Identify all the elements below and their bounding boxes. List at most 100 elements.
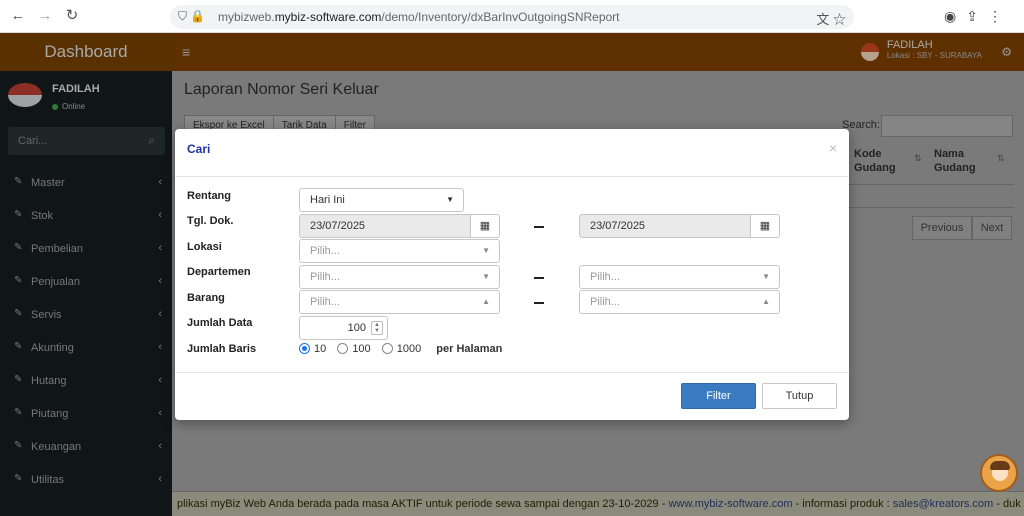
sidebar-item-master[interactable]: ✎ Master ‹	[0, 166, 172, 199]
pager-next-button[interactable]: Next	[972, 216, 1012, 240]
edit-icon: ✎	[14, 209, 23, 220]
sidebar-item-label: Keuangan	[31, 441, 82, 453]
calendar-icon[interactable]: ▦	[751, 214, 780, 238]
sidebar-item-servis[interactable]: ✎ Servis ‹	[0, 298, 172, 331]
hamburger-icon[interactable]: ≡	[182, 44, 190, 60]
date-to-value: 23/07/2025	[590, 220, 646, 232]
edit-icon: ✎	[14, 176, 23, 187]
edit-icon: ✎	[14, 374, 23, 385]
edit-icon: ✎	[14, 440, 23, 451]
spinner-icon[interactable]: ▲ ▼	[371, 321, 383, 335]
chevron-left-icon: ‹	[158, 407, 162, 419]
chevron-left-icon: ‹	[158, 209, 162, 221]
gears-icon[interactable]: ⚙	[1001, 45, 1012, 59]
app-topbar: Dashboard ≡ FADILAH Lokasi : SBY - SURAB…	[0, 33, 1024, 71]
chevron-left-icon: ‹	[158, 242, 162, 254]
caret-down-icon: ▼	[482, 246, 490, 255]
caret-up-icon: ▲	[762, 297, 770, 306]
radio-icon[interactable]	[381, 343, 393, 354]
jumlah-data-input[interactable]: 100 ▲ ▼	[299, 316, 388, 340]
caret-down-icon: ▼	[482, 272, 490, 281]
chevron-left-icon: ‹	[158, 341, 162, 353]
radio-icon[interactable]	[337, 343, 349, 354]
translate-star-icons[interactable]: 文 ☆	[816, 9, 846, 28]
sort-icon[interactable]: ⇅	[914, 153, 922, 164]
modal-header: Cari ×	[175, 129, 849, 177]
radio-label: 100	[352, 343, 371, 355]
edit-icon: ✎	[14, 407, 23, 418]
date-to-input[interactable]: 23/07/2025	[579, 214, 751, 238]
browser-menu-icons[interactable]: ◉⇪⋮	[944, 8, 1012, 25]
chevron-left-icon: ‹	[158, 176, 162, 188]
chat-mascot-icon[interactable]	[980, 454, 1018, 492]
modal-footer-divider	[175, 372, 849, 373]
sidebar-item-stok[interactable]: ✎ Stok ‹	[0, 199, 172, 232]
sidebar-item-label: Servis	[31, 309, 62, 321]
footer-sep: -	[658, 498, 669, 510]
calendar-icon[interactable]: ▦	[471, 214, 500, 238]
barang-to-select[interactable]: Pilih... ▲	[579, 290, 780, 314]
label-lokasi: Lokasi	[187, 241, 222, 253]
date-from-input[interactable]: 23/07/2025	[299, 214, 471, 238]
radio-rows-100[interactable]: 100	[337, 343, 371, 355]
radio-rows-1000[interactable]: 1000	[381, 343, 422, 355]
jumlah-data-value: 100	[347, 322, 366, 334]
label-departemen: Departemen	[187, 266, 251, 278]
rentang-select[interactable]: Hari Ini ▼	[299, 188, 464, 212]
online-dot-icon	[52, 103, 58, 110]
edit-icon: ✎	[14, 275, 23, 286]
close-icon[interactable]: ×	[829, 140, 837, 156]
departemen-from-select[interactable]: Pilih... ▼	[299, 265, 500, 289]
sidebar-footer	[0, 491, 172, 516]
top-user[interactable]: FADILAH Lokasi : SBY - SURABAYA	[860, 39, 982, 61]
sidebar-item-hutang[interactable]: ✎ Hutang ‹	[0, 364, 172, 397]
column-nama-gudang[interactable]: Nama Gudang	[934, 147, 984, 175]
site-info-icon[interactable]: ⛉ 🔒	[178, 9, 205, 24]
sidebar-item-piutang[interactable]: ✎ Piutang ‹	[0, 397, 172, 430]
pager-previous-button[interactable]: Previous	[912, 216, 972, 240]
column-kode-gudang[interactable]: Kode Gudang	[854, 147, 904, 175]
label-jumlah-data: Jumlah Data	[187, 317, 253, 329]
sidebar-item-akunting[interactable]: ✎ Akunting ‹	[0, 331, 172, 364]
chevron-left-icon: ‹	[158, 440, 162, 452]
reload-icon[interactable]: ↻	[64, 8, 80, 24]
departemen-to-select[interactable]: Pilih... ▼	[579, 265, 780, 289]
barang-from-select[interactable]: Pilih... ▲	[299, 290, 500, 314]
table-search-input[interactable]	[881, 115, 1013, 137]
sidebar-search-input[interactable]: Cari... ⌕	[8, 127, 165, 155]
radio-label: 1000	[396, 343, 422, 355]
online-label: Online	[62, 102, 86, 111]
url-text: mybizweb.mybiz-software.com/demo/Invento…	[218, 10, 620, 24]
lokasi-placeholder: Pilih...	[310, 245, 340, 257]
label-jumlah-baris: Jumlah Baris	[187, 343, 257, 355]
sidebar-item-label: Pembelian	[31, 243, 83, 255]
sidebar-item-label: Stok	[31, 210, 54, 222]
sidebar-item-penjualan[interactable]: ✎ Penjualan ‹	[0, 265, 172, 298]
sidebar: FADILAH Online Cari... ⌕ ✎ Master ‹ ✎ Stok ‹…	[0, 71, 172, 516]
footer-tail: - duk	[993, 498, 1021, 510]
top-user-name: FADILAH	[886, 39, 933, 51]
sort-icon[interactable]: ⇅	[997, 153, 1005, 164]
chevron-left-icon: ‹	[158, 374, 162, 386]
radio-rows-10[interactable]: 10	[299, 343, 326, 355]
caret-up-icon: ▲	[482, 297, 490, 306]
filter-button[interactable]: Filter	[681, 383, 756, 409]
footer-email-link[interactable]: sales@kreators.com	[893, 498, 993, 510]
range-dash	[534, 226, 544, 228]
barang-from-placeholder: Pilih...	[310, 296, 340, 308]
footer-site-link[interactable]: www.mybiz-software.com	[668, 498, 792, 510]
flag-icon	[860, 43, 879, 61]
close-button[interactable]: Tutup	[762, 383, 837, 409]
chevron-left-icon: ‹	[158, 275, 162, 287]
search-icon[interactable]: ⌕	[148, 133, 155, 148]
sidebar-item-pembelian[interactable]: ✎ Pembelian ‹	[0, 232, 172, 265]
address-bar[interactable]: ⛉ 🔒 mybizweb.mybiz-software.com/demo/Inv…	[170, 5, 854, 29]
browser-toolbar: ← → ↻ ⛉ 🔒 mybizweb.mybiz-software.com/de…	[0, 0, 1024, 33]
sidebar-item-label: Akunting	[31, 342, 74, 354]
forward-icon[interactable]: →	[37, 8, 53, 24]
radio-checked-icon[interactable]	[299, 343, 310, 354]
sidebar-item-keuangan[interactable]: ✎ Keuangan ‹	[0, 430, 172, 463]
lokasi-select[interactable]: Pilih... ▼	[299, 239, 500, 263]
brand[interactable]: Dashboard	[0, 33, 172, 71]
back-icon[interactable]: ←	[10, 8, 26, 24]
